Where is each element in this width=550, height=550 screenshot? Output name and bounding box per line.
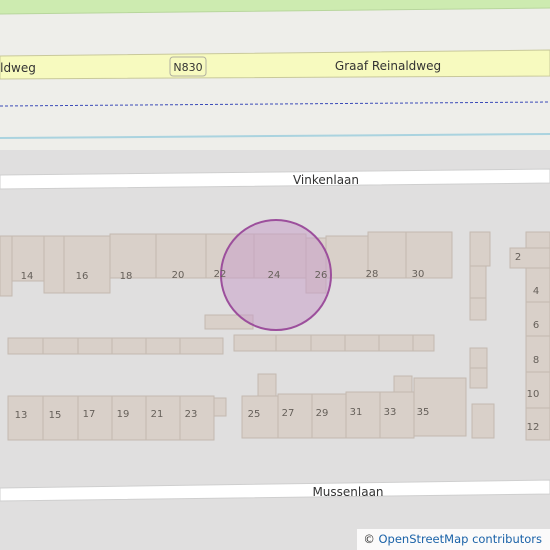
- house-number: 13: [15, 410, 28, 421]
- street-label-main: Graaf Reinaldweg: [335, 59, 441, 73]
- house-number: 24: [268, 270, 281, 281]
- copyright-icon: ©: [363, 532, 375, 546]
- house-number: 27: [282, 408, 295, 419]
- house-number: 2: [515, 252, 521, 263]
- map-canvas[interactable]: ldweg Graaf Reinaldweg N830 Vinkenlaan M…: [0, 0, 550, 550]
- house-number: 21: [151, 409, 164, 420]
- house-number: 6: [533, 320, 539, 331]
- street-label-vinkenlaan: Vinkenlaan: [293, 173, 359, 187]
- house-number: 18: [120, 271, 133, 282]
- house-number: 30: [412, 269, 425, 280]
- house-number: 17: [83, 409, 96, 420]
- attribution-link[interactable]: OpenStreetMap contributors: [378, 532, 542, 546]
- house-number: 4: [533, 286, 539, 297]
- house-number: 22: [214, 269, 227, 280]
- house-number: 10: [527, 389, 540, 400]
- house-number: 25: [248, 409, 261, 420]
- house-number: 15: [49, 410, 62, 421]
- house-number: 35: [417, 407, 430, 418]
- house-number: 19: [117, 409, 130, 420]
- house-number: 31: [350, 407, 363, 418]
- house-number: 28: [366, 269, 379, 280]
- house-number: 8: [533, 355, 539, 366]
- house-number: 33: [384, 407, 397, 418]
- attribution-bar: © OpenStreetMap contributors: [357, 529, 550, 550]
- road-ref-label: N830: [173, 61, 202, 74]
- house-number: 16: [76, 271, 89, 282]
- house-number: 26: [315, 270, 328, 281]
- house-number: 14: [21, 271, 34, 282]
- street-label-mussenlaan: Mussenlaan: [312, 485, 383, 499]
- street-label-main-left: ldweg: [0, 61, 36, 75]
- house-number: 29: [316, 408, 329, 419]
- house-number: 12: [527, 422, 540, 433]
- house-number: 20: [172, 270, 185, 281]
- house-number: 23: [185, 409, 198, 420]
